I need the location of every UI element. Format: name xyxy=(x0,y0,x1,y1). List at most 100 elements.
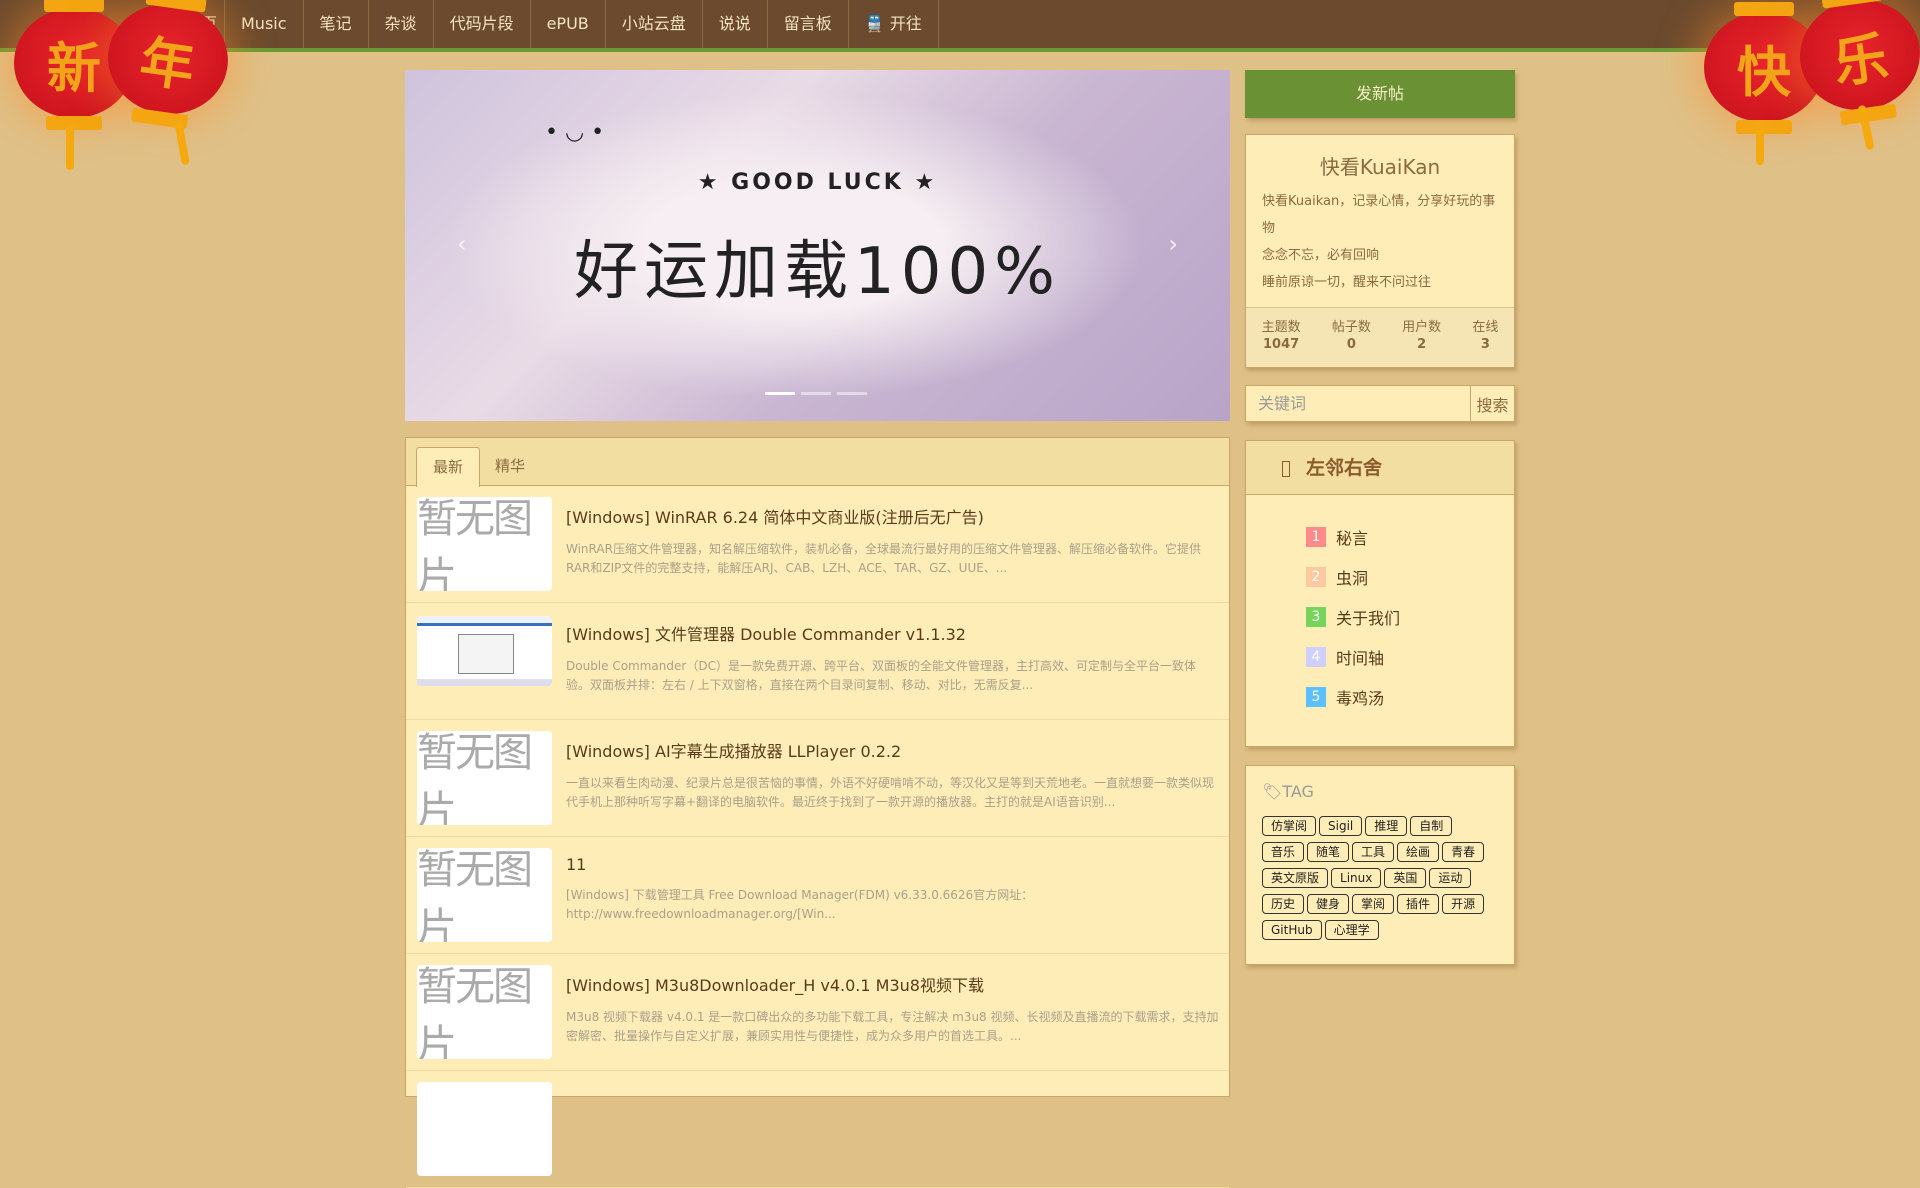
nav-item[interactable]: 留言板 xyxy=(768,0,849,48)
post-thumbnail[interactable]: 暂无图片 xyxy=(417,731,552,825)
banner-carousel[interactable]: • ◡ • ★ GOOD LUCK ★ 好运加载100% ‹ › xyxy=(405,70,1230,421)
nav-item[interactable]: 笔记 xyxy=(304,0,369,48)
tag-link[interactable]: 音乐 xyxy=(1262,842,1305,862)
site-bio: 快看Kuaikan，记录心情，分享好玩的事物 念念不忘，必有回响 睡前原谅一切，… xyxy=(1246,180,1514,296)
neighbors-title: 左邻右舍 xyxy=(1306,457,1383,479)
banner-face-art: • ◡ • xyxy=(545,120,605,145)
tag-link[interactable]: 历史 xyxy=(1262,894,1305,914)
site-stats: 主题数 1047 帖子数 0 用户数 2 在线 3 xyxy=(1246,307,1514,367)
neighbor-label: 关于我们 xyxy=(1336,609,1401,628)
carousel-dot[interactable] xyxy=(801,392,831,395)
carousel-prev-icon[interactable]: ‹ xyxy=(457,230,467,258)
tag-link[interactable]: 推理 xyxy=(1365,816,1408,836)
neighbor-link[interactable]: 3 关于我们 xyxy=(1306,597,1514,637)
tag-link[interactable]: 掌阅 xyxy=(1352,894,1395,914)
neighbor-link[interactable]: 5 毒鸡汤 xyxy=(1306,677,1514,717)
stat-value: 3 xyxy=(1480,337,1490,352)
tag-cloud-panel: 🏷TAG 仿掌阅 Sigil 推理 自制音乐 随笔 工具 绘画 青春英文原版 Linux 英国 运动… xyxy=(1245,765,1515,965)
tag-link[interactable]: 插件 xyxy=(1397,894,1440,914)
search-input[interactable] xyxy=(1246,386,1471,421)
tag-link[interactable]: 自制 xyxy=(1410,816,1453,836)
post-title[interactable]: 11 xyxy=(566,855,1219,874)
neighbor-label: 时间轴 xyxy=(1336,649,1385,668)
post-row[interactable]: [Windows] 文件管理器 Double Commander v1.1.32… xyxy=(406,603,1229,720)
neighbor-link[interactable]: 2 虫洞 xyxy=(1306,557,1514,597)
lantern-tassel xyxy=(174,119,190,166)
neighbor-label: 毒鸡汤 xyxy=(1336,689,1385,708)
stat-label: 主题数 xyxy=(1261,320,1301,335)
tag-link[interactable]: 开源 xyxy=(1442,894,1485,914)
top-nav: 首页Music笔记杂谈代码片段ePUB小站云盘说说留言板🚆 开往 登录 xyxy=(0,0,1920,52)
post-excerpt: WinRAR压缩文件管理器，知名解压缩软件，装机必备，全球最流行最好用的压缩文件… xyxy=(566,542,1201,575)
tab-latest[interactable]: 最新 xyxy=(416,447,481,487)
post-thumbnail[interactable]: 暂无图片 xyxy=(417,497,552,591)
tag-link[interactable]: 绘画 xyxy=(1397,842,1440,862)
search-bar: 搜索 xyxy=(1245,385,1515,422)
post-title[interactable]: [Windows] WinRAR 6.24 简体中文商业版(注册后无广告) xyxy=(566,504,1219,528)
neighbor-label: 秘言 xyxy=(1336,529,1369,548)
carousel-dot[interactable] xyxy=(765,392,795,395)
tag-header: 🏷TAG xyxy=(1262,782,1498,801)
stat-value: 2 xyxy=(1417,337,1427,352)
nav-item[interactable]: ePUB xyxy=(531,0,606,48)
tag-link[interactable]: 工具 xyxy=(1352,842,1395,862)
nav-item[interactable]: 代码片段 xyxy=(434,0,531,48)
tag-link[interactable]: 仿掌阅 xyxy=(1262,816,1317,836)
tag-link[interactable]: Linux xyxy=(1331,868,1382,888)
lantern-tassel xyxy=(66,125,74,170)
bio-line: 念念不忘，必有回响 xyxy=(1262,248,1380,263)
post-row[interactable]: 暂无图片 [Windows] AI字幕生成播放器 LLPlayer 0.2.2 一直… xyxy=(406,720,1229,837)
tag-link[interactable]: 心理学 xyxy=(1324,920,1379,940)
nav-item[interactable]: 小站云盘 xyxy=(606,0,703,48)
post-thumbnail[interactable]: 暂无图片 xyxy=(417,965,552,1059)
post-title[interactable]: [Windows] M3u8Downloader_H v4.0.1 M3u8视频… xyxy=(566,972,1219,996)
stat-item: 帖子数 0 xyxy=(1332,316,1371,367)
stat-label: 用户数 xyxy=(1402,320,1442,335)
post-row[interactable]: 暂无图片 [Windows] M3u8Downloader_H v4.0.1 M3… xyxy=(406,954,1229,1071)
nav-item[interactable]: Music xyxy=(225,0,304,48)
bio-line: 睡前原谅一切，醒来不问过往 xyxy=(1262,275,1432,290)
neighbor-link[interactable]: 1 秘言 xyxy=(1306,517,1514,557)
tag-link[interactable]: 随笔 xyxy=(1307,842,1350,862)
tag-link[interactable]: GitHub xyxy=(1262,920,1322,940)
tag-link[interactable]: 青春 xyxy=(1442,842,1485,862)
lantern-char: 乐 xyxy=(1829,25,1892,95)
carousel-next-icon[interactable]: › xyxy=(1168,230,1178,258)
nav-item-label: 开往 xyxy=(889,14,922,33)
tags-icon: 🏷 xyxy=(1262,782,1283,801)
post-tabs: 最新 精华 xyxy=(406,438,1229,487)
post-row[interactable]: 暂无图片 11 [Windows] 下载管理工具 Free Download Man… xyxy=(406,837,1229,954)
train-icon: 🚆 xyxy=(864,14,890,33)
post-row[interactable] xyxy=(406,1071,1229,1188)
site-name: 快看KuaiKan xyxy=(1319,155,1441,179)
search-button[interactable]: 搜索 xyxy=(1471,386,1514,421)
site-profile-card: 快看KuaiKan 快看Kuaikan，记录心情，分享好玩的事物 念念不忘，必有… xyxy=(1245,134,1515,368)
post-body: [Windows] AI字幕生成播放器 LLPlayer 0.2.2 一直以来看生… xyxy=(566,738,1219,812)
post-thumbnail[interactable] xyxy=(417,1082,552,1176)
stat-item: 在线 3 xyxy=(1472,316,1498,367)
nav-item[interactable]: 杂谈 xyxy=(369,0,434,48)
tag-link[interactable]: Sigil xyxy=(1319,816,1363,836)
nav-item[interactable]: 说说 xyxy=(703,0,768,48)
tag-link[interactable]: 运动 xyxy=(1429,868,1472,888)
nav-item[interactable]: 🚆 开往 xyxy=(849,0,939,48)
stat-label: 帖子数 xyxy=(1331,320,1371,335)
post-thumbnail[interactable] xyxy=(417,616,552,686)
post-body: 11 [Windows] 下载管理工具 Free Download Manager… xyxy=(566,855,1219,924)
post-row[interactable]: 暂无图片 [Windows] WinRAR 6.24 简体中文商业版(注册后无广告… xyxy=(406,486,1229,603)
rank-badge: 1 xyxy=(1306,527,1326,547)
post-title[interactable]: [Windows] AI字幕生成播放器 LLPlayer 0.2.2 xyxy=(566,738,1219,762)
tag-link[interactable]: 健身 xyxy=(1307,894,1350,914)
post-list-panel: 最新 精华 暂无图片 [Windows] WinRAR 6.24 简体中文商业版(… xyxy=(405,437,1230,1188)
post-thumbnail[interactable]: 暂无图片 xyxy=(417,848,552,942)
new-post-button[interactable]: 发新帖 xyxy=(1245,70,1515,118)
lantern-char: 年 xyxy=(136,29,199,99)
tag-link[interactable]: 英国 xyxy=(1384,868,1427,888)
neighbor-link[interactable]: 4 时间轴 xyxy=(1306,637,1514,677)
post-title[interactable]: [Windows] 文件管理器 Double Commander v1.1.32 xyxy=(566,621,1219,645)
neighbors-header: 左邻右舍 xyxy=(1246,441,1514,495)
tab-featured[interactable]: 精华 xyxy=(479,447,541,486)
rank-badge: 5 xyxy=(1306,687,1326,707)
carousel-dot[interactable] xyxy=(837,392,867,395)
tag-link[interactable]: 英文原版 xyxy=(1262,868,1329,888)
